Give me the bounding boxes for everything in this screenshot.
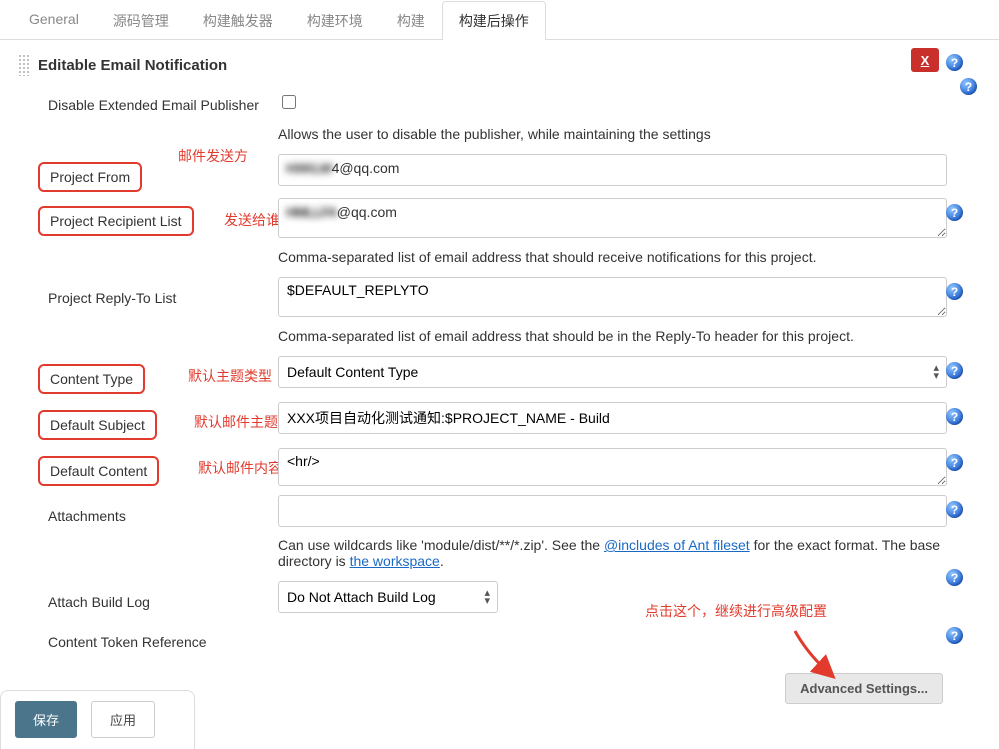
help-icon[interactable] xyxy=(946,54,963,71)
ant-fileset-link[interactable]: @includes of Ant fileset xyxy=(604,537,750,553)
arrow-icon xyxy=(787,625,847,685)
section-header: Editable Email Notification X xyxy=(8,46,991,84)
label-attach-build-log: Attach Build Log xyxy=(38,589,160,615)
tab-env[interactable]: 构建环境 xyxy=(290,1,380,40)
helper-attachments: Can use wildcards like 'module/dist/**/*… xyxy=(278,537,947,569)
config-tabs: General 源码管理 构建触发器 构建环境 构建 构建后操作 xyxy=(0,0,999,40)
help-icon[interactable] xyxy=(946,569,963,586)
project-recipient-list-input[interactable] xyxy=(278,198,947,238)
annotation-default-content: 默认邮件内容 xyxy=(198,458,282,478)
helper-disable-publisher: Allows the user to disable the publisher… xyxy=(278,126,947,142)
annotation-project-from: 邮件发送方 xyxy=(178,146,248,166)
remove-step-button[interactable]: X xyxy=(911,48,939,72)
default-subject-input[interactable] xyxy=(278,402,947,434)
help-icon[interactable] xyxy=(946,204,963,221)
help-icon[interactable] xyxy=(946,408,963,425)
content-type-select[interactable]: Default Content Type xyxy=(278,356,947,388)
helper-recipient-list: Comma-separated list of email address th… xyxy=(278,249,947,265)
label-project-recipient-list: Project Recipient List xyxy=(38,206,194,236)
bottom-action-bar: 保存 应用 xyxy=(0,690,195,749)
drag-handle-icon[interactable] xyxy=(18,54,30,76)
help-icon[interactable] xyxy=(946,283,963,300)
helper-replyto-list: Comma-separated list of email address th… xyxy=(278,328,947,344)
help-icon[interactable] xyxy=(946,454,963,471)
label-project-replyto-list: Project Reply-To List xyxy=(38,285,186,311)
label-project-from: Project From xyxy=(38,162,142,192)
tab-general[interactable]: General xyxy=(12,1,96,40)
label-default-subject: Default Subject xyxy=(38,410,157,440)
save-button[interactable]: 保存 xyxy=(15,701,77,738)
workspace-link[interactable]: the workspace xyxy=(350,553,440,569)
tab-triggers[interactable]: 构建触发器 xyxy=(186,1,290,40)
project-replyto-input[interactable]: $DEFAULT_REPLYTO xyxy=(278,277,947,317)
apply-button[interactable]: 应用 xyxy=(91,701,155,738)
help-icon[interactable] xyxy=(946,627,963,644)
help-icon[interactable] xyxy=(946,362,963,379)
help-icon[interactable] xyxy=(946,501,963,518)
label-default-content: Default Content xyxy=(38,456,159,486)
project-from-input[interactable] xyxy=(278,154,947,186)
section-title: Editable Email Notification xyxy=(38,57,227,74)
tab-postbuild[interactable]: 构建后操作 xyxy=(442,1,546,40)
annotation-content-type: 默认主题类型 xyxy=(188,366,272,386)
tab-build[interactable]: 构建 xyxy=(380,1,442,40)
attach-build-log-select[interactable]: Do Not Attach Build Log xyxy=(278,581,498,613)
tab-scm[interactable]: 源码管理 xyxy=(96,1,186,40)
annotation-default-subject: 默认邮件主题 xyxy=(194,412,278,432)
label-content-type: Content Type xyxy=(38,364,145,394)
attachments-input[interactable] xyxy=(278,495,947,527)
label-content-token-reference: Content Token Reference xyxy=(38,629,217,655)
label-disable-publisher: Disable Extended Email Publisher xyxy=(38,92,269,118)
disable-publisher-checkbox[interactable] xyxy=(282,95,296,109)
label-attachments: Attachments xyxy=(38,503,136,529)
annotation-advanced: 点击这个，继续进行高级配置 xyxy=(645,601,827,621)
default-content-input[interactable]: <hr/> xyxy=(278,448,947,486)
